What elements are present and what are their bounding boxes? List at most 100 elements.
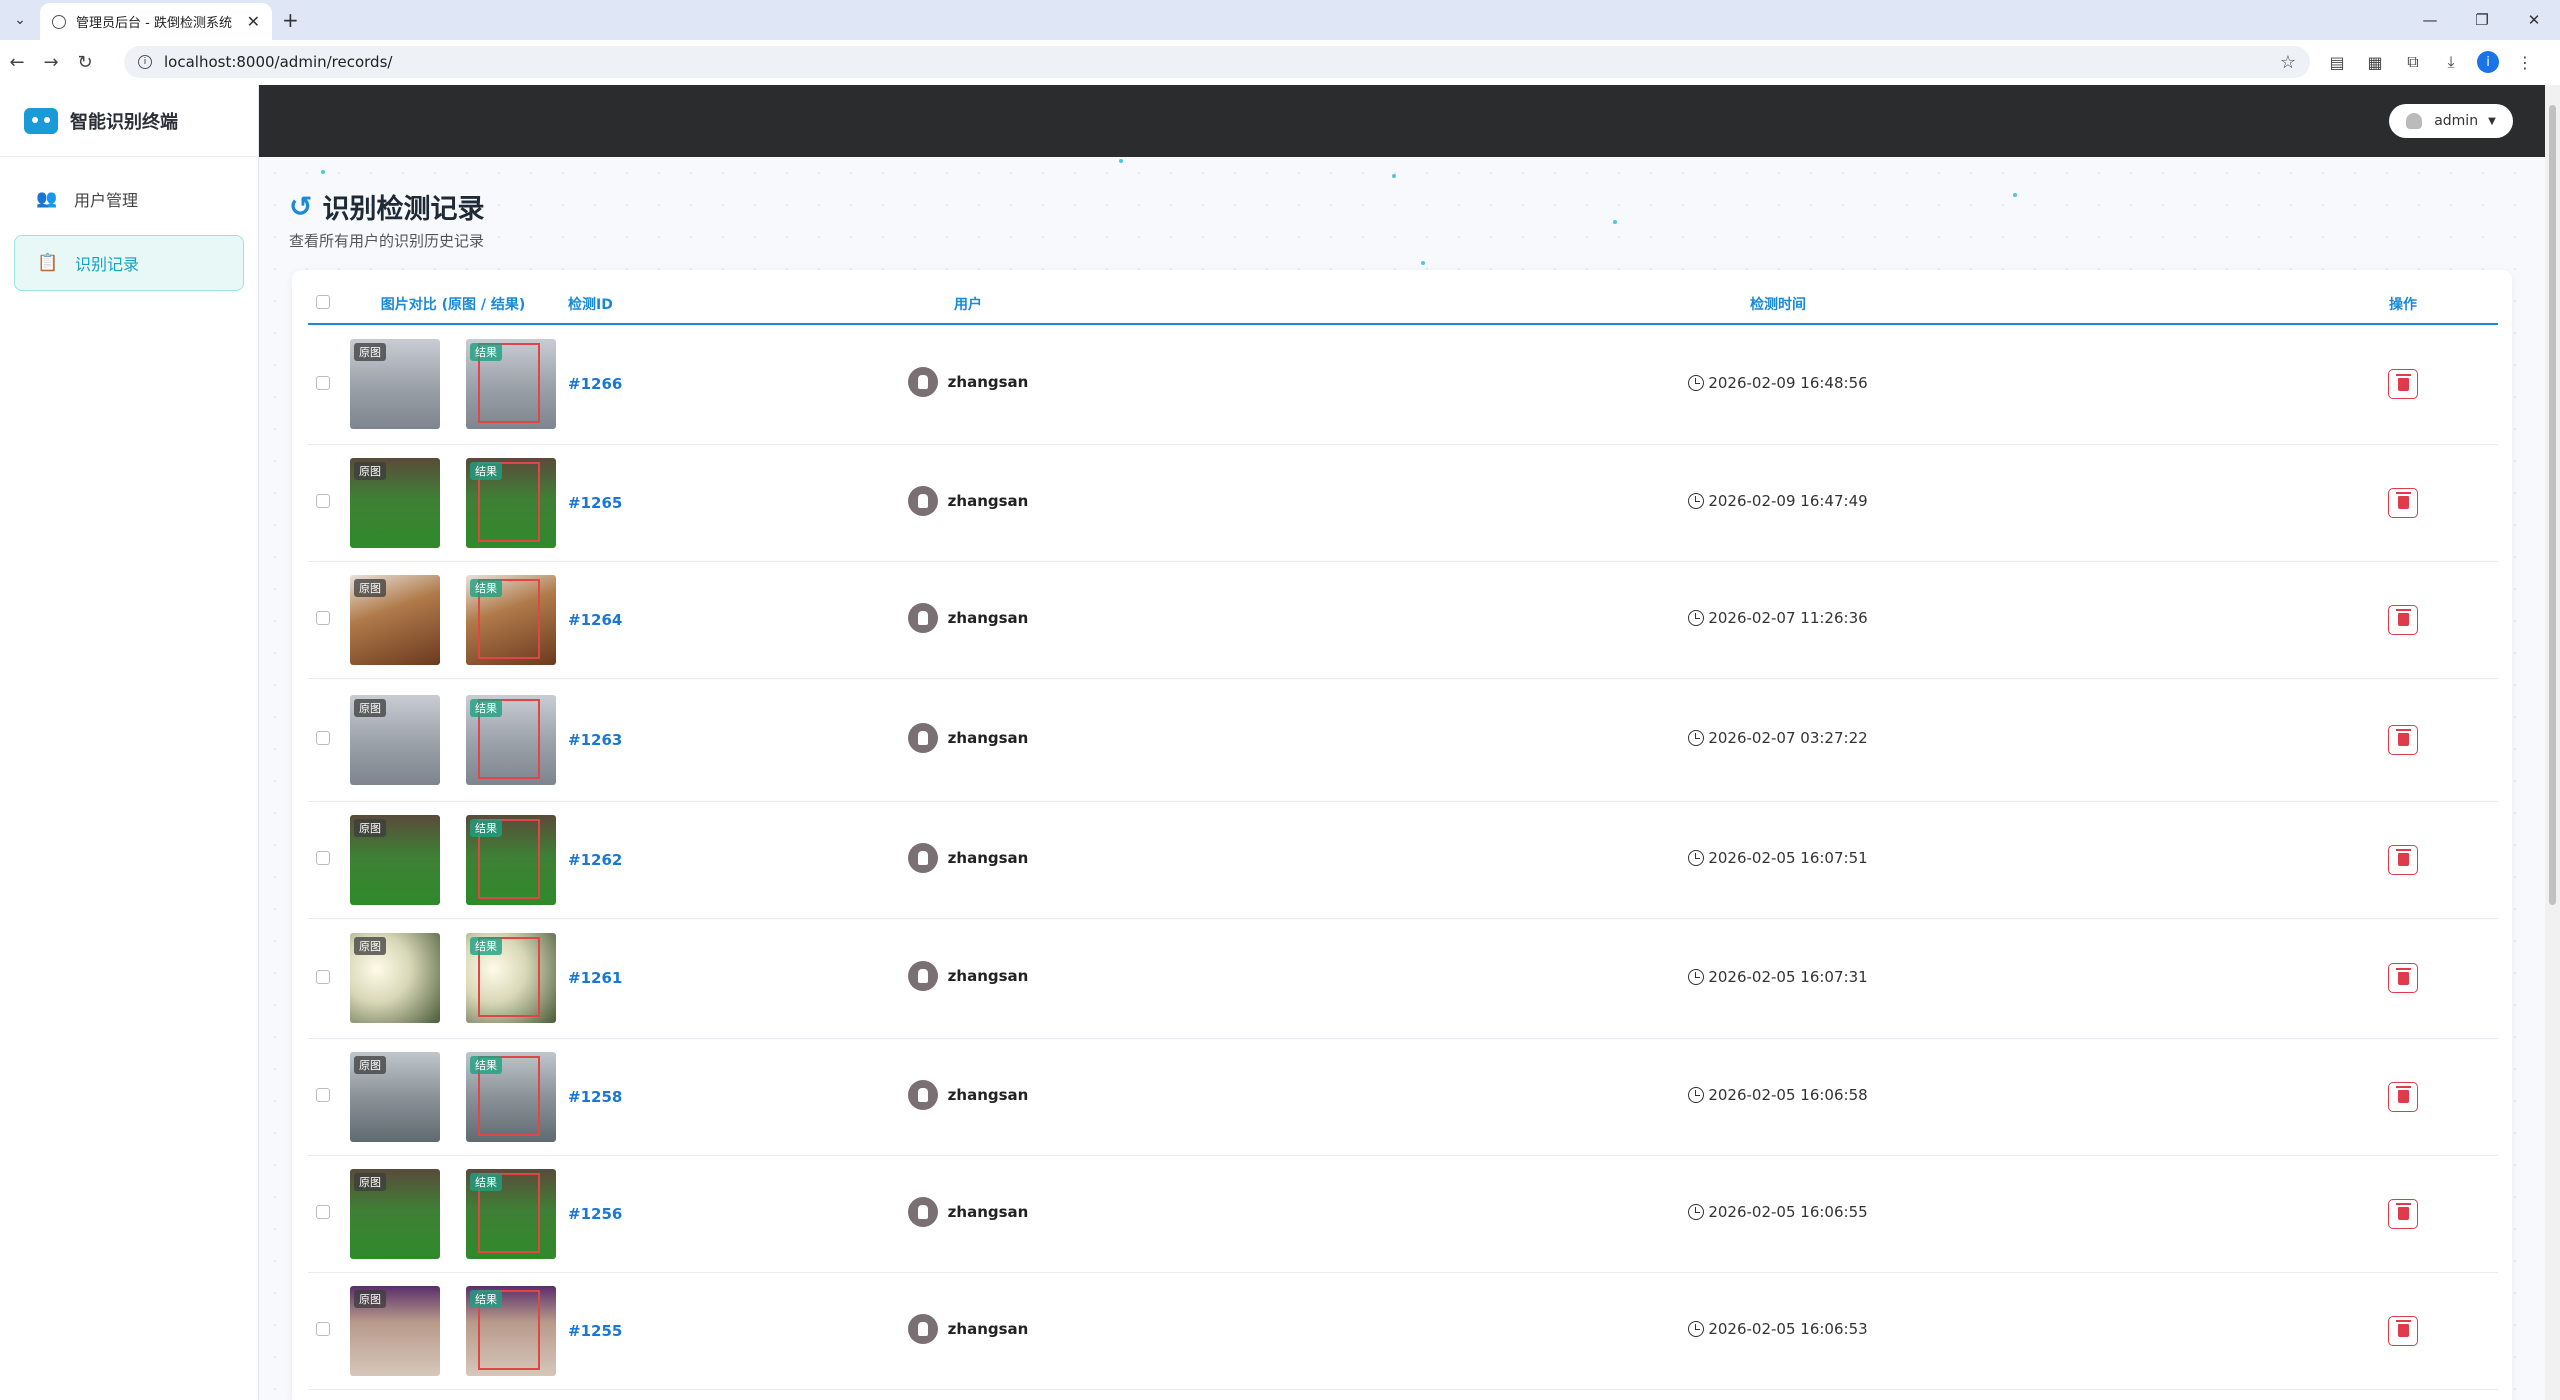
- row-checkbox[interactable]: [316, 1088, 330, 1102]
- delete-button[interactable]: [2388, 487, 2418, 518]
- close-tab-icon[interactable]: ✕: [247, 12, 260, 31]
- table-row: 原图 结果 #1266 zhangsan 2026-02-09 16:48:56: [308, 324, 2498, 445]
- delete-button[interactable]: [2388, 604, 2418, 635]
- result-image-thumbnail[interactable]: 结果: [466, 457, 556, 548]
- scrollbar-thumb[interactable]: [2549, 105, 2556, 905]
- sidebar-item-records[interactable]: 📋 识别记录: [14, 235, 244, 291]
- reading-mode-icon[interactable]: ▤: [2325, 50, 2349, 74]
- trash-icon: [2395, 967, 2411, 985]
- site-info-icon[interactable]: i: [138, 55, 152, 69]
- user-dropdown-button[interactable]: admin ▼: [2389, 104, 2513, 138]
- decor-dot: [1392, 174, 1396, 178]
- minimize-icon[interactable]: —: [2404, 0, 2456, 40]
- row-select-cell: [308, 1272, 338, 1390]
- result-image-thumbnail[interactable]: 结果: [466, 694, 556, 785]
- record-time: 2026-02-07 11:26:36: [1708, 609, 1868, 627]
- row-checkbox[interactable]: [316, 731, 330, 745]
- page-scrollbar[interactable]: [2545, 85, 2560, 1400]
- new-tab-icon[interactable]: +: [282, 8, 299, 32]
- address-row: ← → ↻ i localhost:8000/admin/records/ ☆ …: [0, 40, 2560, 85]
- row-select-cell: [308, 561, 338, 679]
- original-image-thumbnail[interactable]: 原图: [350, 694, 440, 785]
- delete-button[interactable]: [2388, 724, 2418, 755]
- record-id[interactable]: #1264: [568, 561, 688, 679]
- sidebar-item-users[interactable]: 👥 用户管理: [14, 171, 244, 227]
- close-window-icon[interactable]: ✕: [2508, 0, 2560, 40]
- page-title: ↺ 识别检测记录: [289, 187, 484, 226]
- delete-button[interactable]: [2388, 963, 2418, 993]
- translate-icon[interactable]: ▦: [2363, 50, 2387, 74]
- sidebar-item-label: 识别记录: [75, 255, 140, 274]
- more-menu-icon[interactable]: ⋮: [2513, 50, 2537, 74]
- row-action-cell: [2308, 1155, 2498, 1273]
- bookmark-star-icon[interactable]: ☆: [2280, 52, 2296, 73]
- browser-chrome: ⌄ 管理员后台 - 跌倒检测系统 ✕ + — ❐ ✕ ← → ↻ i local…: [0, 0, 2560, 85]
- sidebar: 智能识别终端 👥 用户管理 📋 识别记录: [0, 85, 259, 1400]
- avatar: [907, 1079, 938, 1110]
- profile-avatar-icon[interactable]: i: [2477, 51, 2499, 73]
- original-image-thumbnail[interactable]: 原图: [350, 933, 440, 1023]
- clock-icon: [1688, 968, 1705, 985]
- result-image-thumbnail[interactable]: 结果: [466, 1051, 556, 1142]
- browser-tab[interactable]: 管理员后台 - 跌倒检测系统 ✕: [40, 3, 272, 40]
- row-checkbox[interactable]: [316, 611, 330, 625]
- row-images-cell: 原图 结果: [338, 678, 568, 802]
- original-image-thumbnail[interactable]: 原图: [350, 339, 440, 430]
- address-bar[interactable]: i localhost:8000/admin/records/ ☆: [124, 46, 2310, 78]
- row-checkbox[interactable]: [316, 969, 330, 984]
- reload-icon[interactable]: ↻: [68, 52, 102, 73]
- table-body: 原图 结果 #1266 zhangsan 2026-02-09 16:48:56…: [308, 324, 2498, 1390]
- user-name: zhangsan: [947, 848, 1029, 867]
- record-id[interactable]: #1256: [568, 1155, 688, 1273]
- row-checkbox[interactable]: [316, 1205, 330, 1219]
- trash-icon: [2395, 1203, 2411, 1220]
- row-checkbox[interactable]: [316, 851, 330, 865]
- forward-icon[interactable]: →: [34, 52, 68, 73]
- original-image-thumbnail[interactable]: 原图: [350, 814, 440, 905]
- result-tag: 结果: [470, 818, 502, 837]
- record-id[interactable]: #1261: [568, 918, 688, 1039]
- download-icon[interactable]: ⤓: [2439, 50, 2463, 74]
- delete-button[interactable]: [2388, 369, 2418, 400]
- result-image-thumbnail[interactable]: 结果: [466, 814, 556, 905]
- back-icon[interactable]: ←: [0, 52, 34, 73]
- original-image-thumbnail[interactable]: 原图: [350, 574, 440, 665]
- row-select-cell: [308, 801, 338, 919]
- result-image-thumbnail[interactable]: 结果: [466, 1168, 556, 1259]
- result-image-thumbnail[interactable]: 结果: [466, 1285, 556, 1376]
- row-checkbox[interactable]: [316, 1322, 330, 1336]
- result-image-thumbnail[interactable]: 结果: [466, 574, 556, 665]
- record-id[interactable]: #1255: [568, 1272, 688, 1390]
- select-all-checkbox[interactable]: [316, 294, 330, 309]
- brand[interactable]: 智能识别终端: [0, 85, 258, 157]
- delete-button[interactable]: [2388, 844, 2418, 875]
- result-tag: 结果: [470, 578, 502, 597]
- record-id[interactable]: #1258: [568, 1038, 688, 1156]
- record-id[interactable]: #1265: [568, 444, 688, 562]
- record-id[interactable]: #1266: [568, 324, 688, 445]
- tab-title: 管理员后台 - 跌倒检测系统: [76, 16, 232, 31]
- row-checkbox[interactable]: [316, 494, 330, 508]
- row-images-cell: 原图 结果: [338, 1155, 568, 1273]
- original-image-thumbnail[interactable]: 原图: [350, 457, 440, 548]
- result-image-thumbnail[interactable]: 结果: [466, 933, 556, 1023]
- record-id[interactable]: #1263: [568, 678, 688, 802]
- extensions-icon[interactable]: ⧉: [2401, 50, 2425, 74]
- original-image-thumbnail[interactable]: 原图: [350, 1168, 440, 1259]
- original-tag: 原图: [354, 461, 386, 480]
- original-image-thumbnail[interactable]: 原图: [350, 1285, 440, 1376]
- delete-button[interactable]: [2388, 1315, 2418, 1346]
- row-action-cell: [2308, 444, 2498, 562]
- row-user-cell: zhangsan: [688, 1155, 1248, 1273]
- table-row: 原图 结果 #1264 zhangsan 2026-02-07 11:26:36: [308, 561, 2498, 679]
- record-id[interactable]: #1262: [568, 801, 688, 919]
- url-text[interactable]: localhost:8000/admin/records/: [164, 53, 2280, 71]
- delete-button[interactable]: [2388, 1198, 2418, 1229]
- delete-button[interactable]: [2388, 1081, 2418, 1112]
- original-tag: 原图: [354, 818, 386, 837]
- row-checkbox[interactable]: [316, 375, 330, 390]
- result-image-thumbnail[interactable]: 结果: [466, 339, 556, 430]
- restore-icon[interactable]: ❐: [2456, 0, 2508, 40]
- tab-search-icon[interactable]: ⌄: [8, 8, 32, 32]
- original-image-thumbnail[interactable]: 原图: [350, 1051, 440, 1142]
